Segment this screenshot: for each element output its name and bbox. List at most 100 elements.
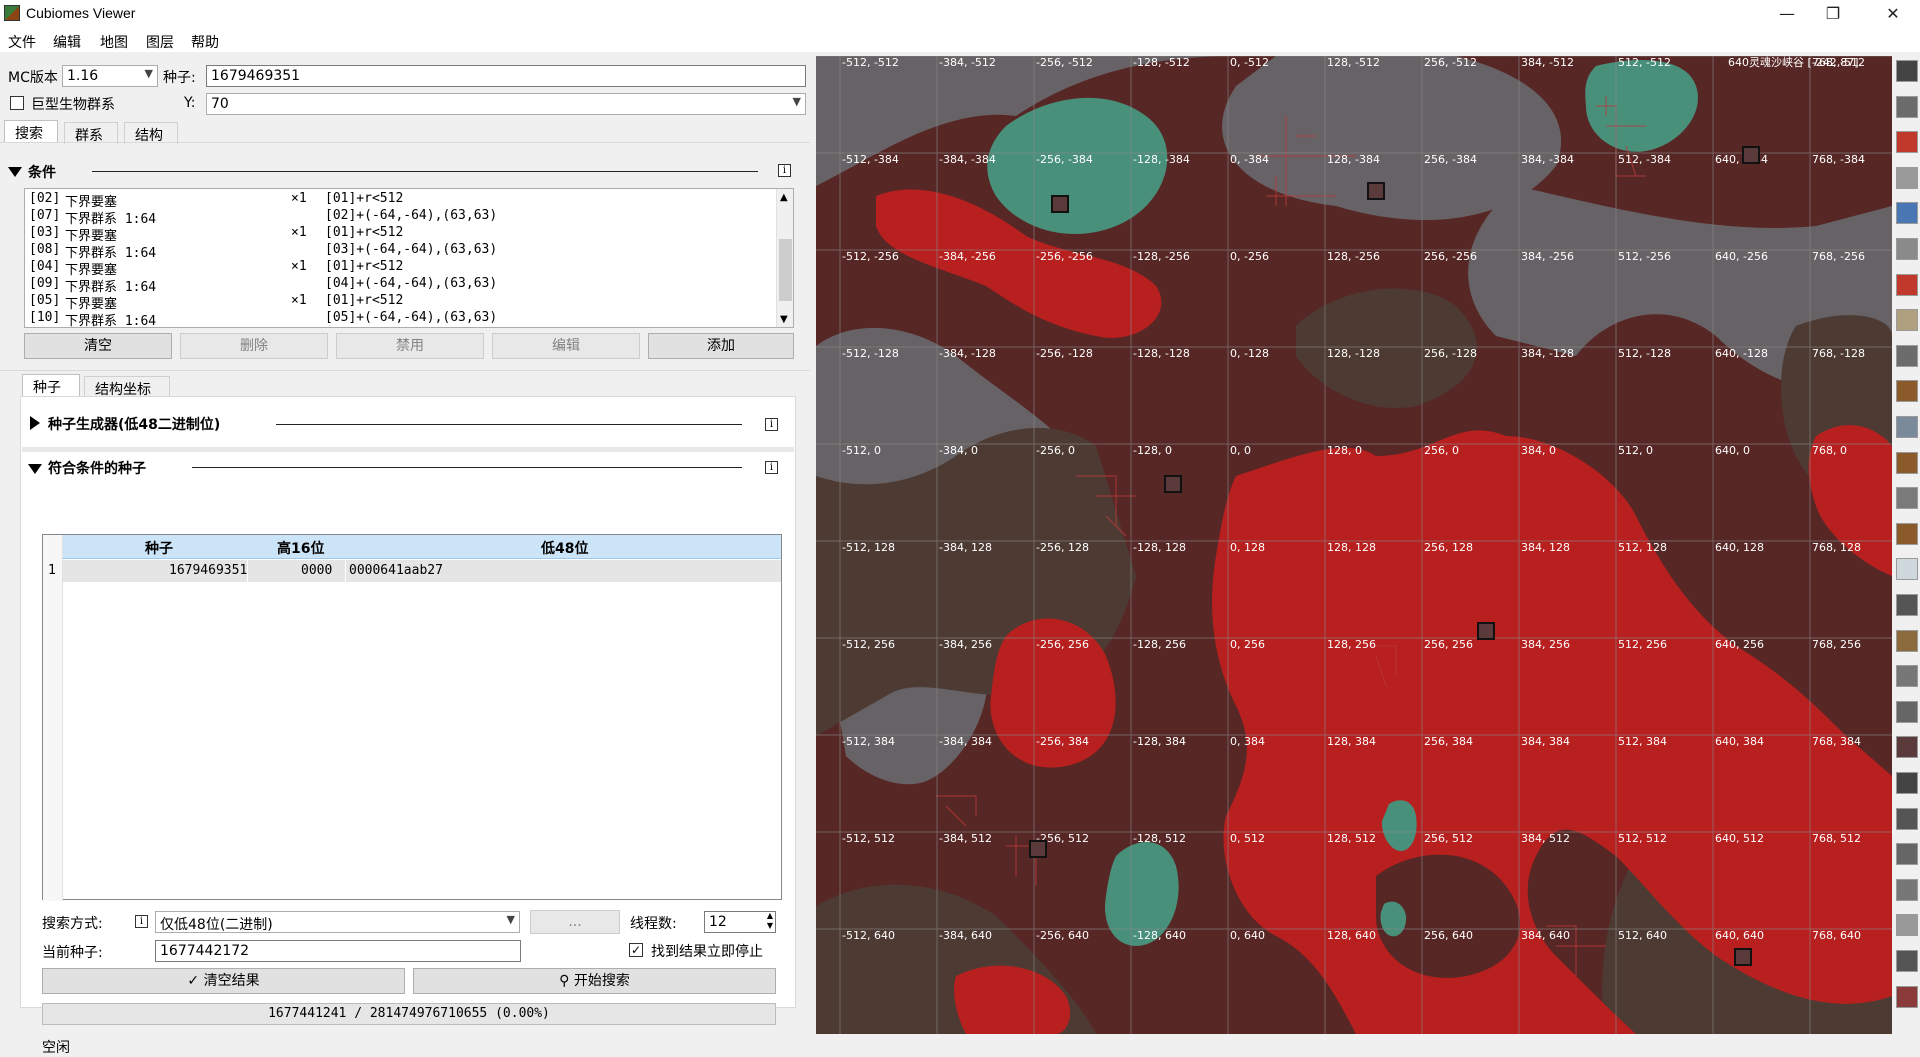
grid-label: 512, 256 xyxy=(1618,638,1667,651)
grid-label: 384, 640 xyxy=(1521,929,1570,942)
menu-help[interactable]: 帮助 xyxy=(191,32,219,52)
treasure-icon[interactable] xyxy=(1896,700,1918,723)
spinner-arrows-icon[interactable]: ▲ ▼ xyxy=(767,911,773,931)
collapse-icon[interactable] xyxy=(8,167,22,177)
splitter[interactable] xyxy=(22,447,794,452)
condition-id: [02] xyxy=(29,191,61,206)
biome-map[interactable]: -512, -512 -384, -512 -256, -512 -128, -512… xyxy=(816,56,1892,1034)
spawn-icon[interactable] xyxy=(1896,914,1918,937)
fortress-marker-icon[interactable] xyxy=(1164,475,1182,493)
grid-label: 512, -256 xyxy=(1618,250,1671,263)
large-biomes-checkbox[interactable] xyxy=(10,96,24,110)
delete-condition-button[interactable]: 删除 xyxy=(180,333,328,359)
current-seed-input[interactable]: 1677442172 xyxy=(155,940,521,962)
stronghold-icon[interactable] xyxy=(1896,878,1918,901)
info-icon[interactable]: i xyxy=(135,915,148,928)
row-number: 1 xyxy=(48,563,57,578)
seed-input[interactable]: 1679469351 xyxy=(206,65,806,87)
search-method-select[interactable]: 仅低48位(二进制) ▼ xyxy=(155,911,520,933)
fortress-marker-icon[interactable] xyxy=(1367,182,1385,200)
fortress-marker-icon[interactable] xyxy=(1742,146,1760,164)
pickaxe-icon[interactable] xyxy=(1896,950,1918,972)
add-condition-button[interactable]: 添加 xyxy=(648,333,794,359)
minimize-button[interactable]: — xyxy=(1764,0,1810,28)
scroll-thumb[interactable] xyxy=(779,239,792,301)
edit-condition-button[interactable]: 编辑 xyxy=(492,333,640,359)
condition-name: 下界群系 1:64 xyxy=(65,314,157,328)
slime-icon[interactable] xyxy=(1896,95,1918,118)
grid-label: 640, -384 xyxy=(1715,153,1768,166)
compass-icon[interactable] xyxy=(1896,60,1918,82)
menu-layers[interactable]: 图层 xyxy=(146,32,174,52)
fortress-marker-icon[interactable] xyxy=(1734,948,1752,966)
tab-structures[interactable]: 结构 xyxy=(124,122,178,144)
tab-search[interactable]: 搜索 xyxy=(4,120,58,142)
mineshaft-icon[interactable] xyxy=(1896,629,1918,652)
scroll-down-icon[interactable]: ▼ xyxy=(780,314,788,325)
jungle-temple-icon[interactable] xyxy=(1896,344,1918,367)
clear-results-button[interactable]: ✓ 清空结果 xyxy=(42,968,405,994)
nether-icon[interactable] xyxy=(1896,131,1918,154)
results-table[interactable]: 1 种子 高16位 低48位 1679469351 0000 0000641aa… xyxy=(42,534,782,901)
tab-biomes[interactable]: 群系 xyxy=(64,122,118,144)
fortress-marker-icon[interactable] xyxy=(1029,840,1047,858)
condition-count: ×1 xyxy=(291,259,307,274)
info-icon[interactable]: i xyxy=(765,418,778,431)
grid-label: 384, 512 xyxy=(1521,832,1570,845)
village-icon[interactable] xyxy=(1896,273,1918,296)
table-row[interactable]: 1679469351 0000 0000641aab27 xyxy=(63,560,781,582)
fortress-marker-icon[interactable] xyxy=(1051,195,1069,213)
menu-file[interactable]: 文件 xyxy=(8,32,36,52)
grid-label: -384, 256 xyxy=(939,638,992,651)
biome-map-canvas[interactable]: -512, -512 -384, -512 -256, -512 -128, -512… xyxy=(816,56,1892,1034)
y-level-select[interactable]: 70 ▼ xyxy=(206,93,806,115)
end-city-icon[interactable] xyxy=(1896,807,1918,830)
left-panel: MC版本 1.16 ▼ 种子: 1679469351 巨型生物群系 Y: 70 … xyxy=(0,52,810,1056)
shipwreck-icon[interactable] xyxy=(1896,522,1918,545)
conditions-list[interactable]: [02] 下界要塞 ×1 [01]+r<512 [07] 下界群系 1:64 [02]+(-… xyxy=(24,188,794,328)
grid-icon[interactable] xyxy=(1896,202,1918,225)
desert-temple-icon[interactable] xyxy=(1896,309,1918,332)
collapse-icon[interactable] xyxy=(28,464,42,474)
fortress-marker-icon[interactable] xyxy=(1477,622,1495,640)
tab-structure-coords[interactable]: 结构坐标 xyxy=(84,376,170,398)
condition-expr: [05]+(-64,-64),(63,63) xyxy=(325,310,498,325)
column-seed[interactable]: 种子 xyxy=(145,538,173,558)
scroll-up-icon[interactable]: ▲ xyxy=(780,192,788,203)
stop-on-result-checkbox[interactable]: ✓ xyxy=(629,943,643,957)
start-search-button[interactable]: ⚲ 开始搜索 xyxy=(413,968,776,994)
progress-bar: 1677441241 / 281474976710655 (0.00%) xyxy=(42,1003,776,1025)
column-low48[interactable]: 低48位 xyxy=(541,538,588,558)
bastion-icon[interactable] xyxy=(1896,772,1918,794)
tab-seeds[interactable]: 种子 xyxy=(22,374,80,396)
method-options-button[interactable]: ... xyxy=(530,910,620,934)
disable-condition-button[interactable]: 禁用 xyxy=(336,333,484,359)
info-icon[interactable]: i xyxy=(765,461,778,474)
close-button[interactable]: ✕ xyxy=(1870,0,1916,28)
end-icon[interactable] xyxy=(1896,166,1918,189)
expand-icon[interactable] xyxy=(30,416,40,430)
info-icon[interactable]: i xyxy=(778,164,791,177)
stone-icon[interactable] xyxy=(1896,238,1918,260)
clear-conditions-button[interactable]: 清空 xyxy=(24,333,172,359)
menu-map[interactable]: 地图 xyxy=(100,32,128,52)
broom-icon: ✓ xyxy=(187,973,204,989)
condition-expr: [01]+r<512 xyxy=(325,293,404,308)
monument-icon[interactable] xyxy=(1896,416,1918,438)
outpost-icon[interactable] xyxy=(1896,487,1918,510)
ruined-portal-icon[interactable] xyxy=(1896,594,1918,616)
grid-label: 512, 0 xyxy=(1618,444,1653,457)
gateway-icon[interactable] xyxy=(1896,843,1918,866)
column-high16[interactable]: 高16位 xyxy=(277,538,324,558)
witch-hut-icon[interactable] xyxy=(1896,380,1918,403)
mc-version-select[interactable]: 1.16 ▼ xyxy=(62,65,158,87)
conditions-scrollbar[interactable]: ▲ ▼ xyxy=(776,189,793,327)
ancient-city-icon[interactable] xyxy=(1896,665,1918,688)
igloo-icon[interactable] xyxy=(1896,558,1918,581)
threads-spinner[interactable]: 12 ▲ ▼ xyxy=(704,911,776,933)
layer-icon[interactable] xyxy=(1896,985,1918,1008)
menu-edit[interactable]: 编辑 xyxy=(53,32,81,52)
mansion-icon[interactable] xyxy=(1896,451,1918,474)
maximize-button[interactable]: ❐ xyxy=(1810,0,1856,28)
fortress-icon[interactable] xyxy=(1896,736,1918,759)
